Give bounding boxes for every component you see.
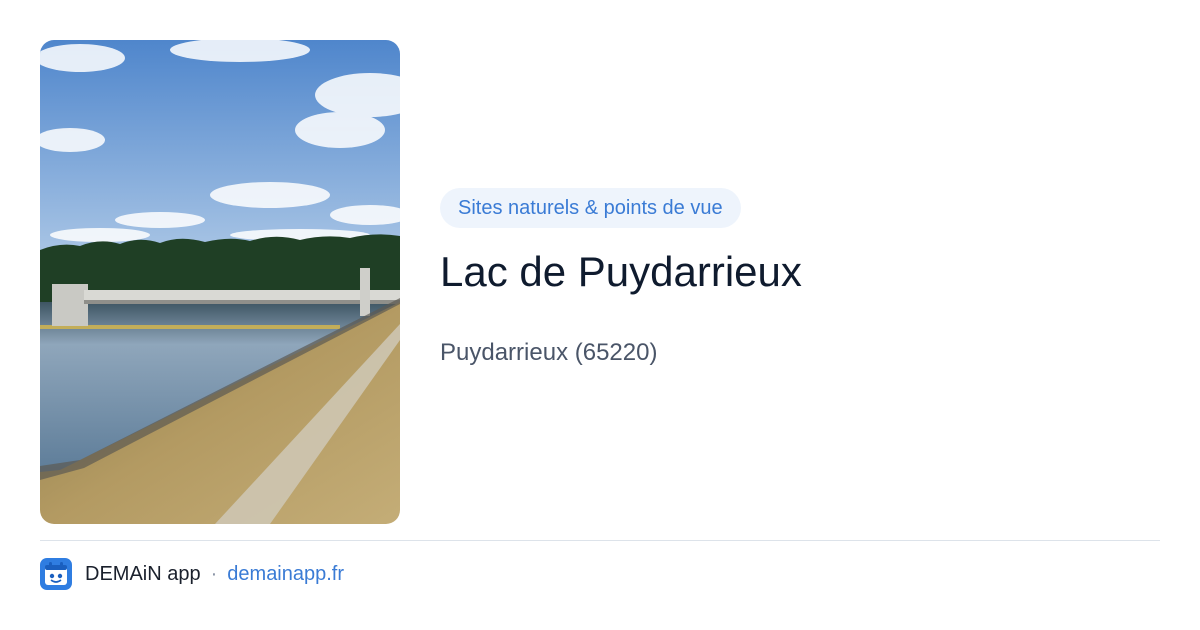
category-badge[interactable]: Sites naturels & points de vue [440,188,741,228]
share-card: Sites naturels & points de vue Lac de Pu… [0,0,1200,630]
place-location: Puydarrieux (65220) [440,339,658,366]
footer-separator: · [210,562,218,585]
place-photo [40,40,400,524]
footer-divider [40,540,1160,541]
demain-app-icon [40,558,72,590]
app-domain-link[interactable]: demainapp.fr [227,563,344,586]
place-title: Lac de Puydarrieux [440,248,802,295]
lake-dam-photo-icon [40,40,400,524]
app-name: DEMAiN app [85,562,201,585]
place-info: Sites naturels & points de vue Lac de Pu… [440,188,1160,368]
footer: DEMAiN app · demainapp.fr [40,558,344,590]
